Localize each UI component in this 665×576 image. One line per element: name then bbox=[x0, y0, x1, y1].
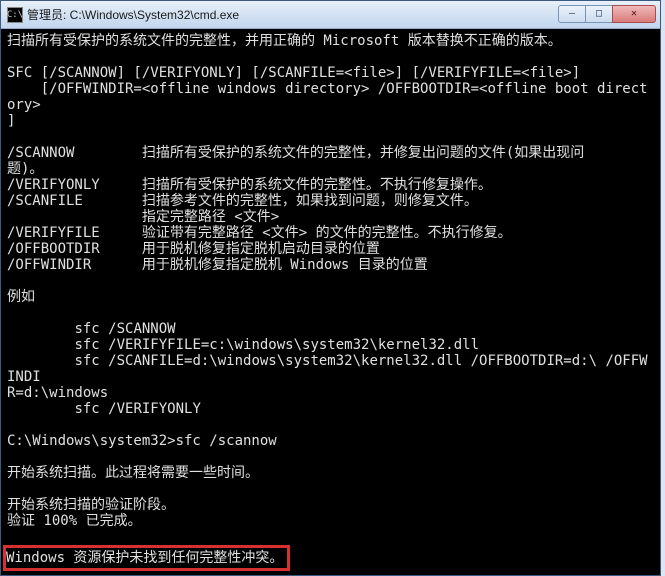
output-line: 开始系统扫描的验证阶段。 bbox=[7, 497, 175, 513]
output-line: ] bbox=[7, 113, 15, 129]
output-line: sfc /SCANFILE=d:\windows\system32\kernel… bbox=[7, 353, 648, 385]
cmd-icon: C:\ bbox=[7, 7, 23, 23]
output-line: 验证 100% 已完成。 bbox=[7, 513, 142, 529]
output-line: 指定完整路径 <文件> bbox=[7, 209, 279, 225]
output-line: sfc /SCANNOW bbox=[7, 321, 176, 337]
maximize-button[interactable]: □ bbox=[585, 5, 613, 23]
output-line: /SCANNOW 扫描所有受保护的系统文件的完整性，并修复出问题的文件(如果出现… bbox=[7, 145, 584, 161]
cmd-window: C:\ 管理员: C:\Windows\System32\cmd.exe — □… bbox=[0, 0, 661, 576]
output-line: /OFFBOOTDIR 用于脱机修复指定脱机启动目录的位置 bbox=[7, 241, 380, 257]
prompt-line: C:\Windows\system32>sfc /scannow bbox=[7, 433, 277, 449]
output-line: 开始系统扫描。此过程将需要一些时间。 bbox=[7, 465, 259, 481]
close-button[interactable]: ✕ bbox=[612, 5, 656, 23]
result-highlight: Windows 资源保护未找到任何完整性冲突。 bbox=[3, 545, 290, 571]
window-controls: — □ ✕ bbox=[559, 5, 656, 25]
output-line: /OFFWINDIR 用于脱机修复指定脱机 Windows 目录的位置 bbox=[7, 257, 428, 273]
result-text: Windows 资源保护未找到任何完整性冲突。 bbox=[6, 550, 283, 566]
window-title: 管理员: C:\Windows\System32\cmd.exe bbox=[27, 6, 559, 23]
output-line: 题)。 bbox=[7, 161, 43, 177]
output-line: 扫描所有受保护的系统文件的完整性，并用正确的 Microsoft 版本替换不正确… bbox=[7, 33, 562, 49]
titlebar[interactable]: C:\ 管理员: C:\Windows\System32\cmd.exe — □… bbox=[1, 1, 660, 29]
output-line: R=d:\windows bbox=[7, 385, 108, 401]
output-line: 例如 bbox=[7, 289, 35, 305]
output-line: /VERIFYFILE 验证带有完整路径 <文件> 的文件的完整性。不执行修复。 bbox=[7, 225, 512, 241]
minimize-button[interactable]: — bbox=[558, 5, 586, 23]
output-line: /VERIFYONLY 扫描所有受保护的系统文件的完整性。不执行修复操作。 bbox=[7, 177, 492, 193]
output-line: sfc /VERIFYFILE=c:\windows\system32\kern… bbox=[7, 337, 479, 353]
output-line: /SCANFILE 扫描参考文件的完整性，如果找到问题，则修复文件。 bbox=[7, 193, 478, 209]
terminal-output[interactable]: 扫描所有受保护的系统文件的完整性，并用正确的 Microsoft 版本替换不正确… bbox=[1, 29, 660, 575]
output-line: sfc /VERIFYONLY bbox=[7, 401, 201, 417]
output-line: [/OFFWINDIR=<offline windows directory> … bbox=[7, 81, 648, 113]
output-line: SFC [/SCANNOW] [/VERIFYONLY] [/SCANFILE=… bbox=[7, 65, 580, 81]
